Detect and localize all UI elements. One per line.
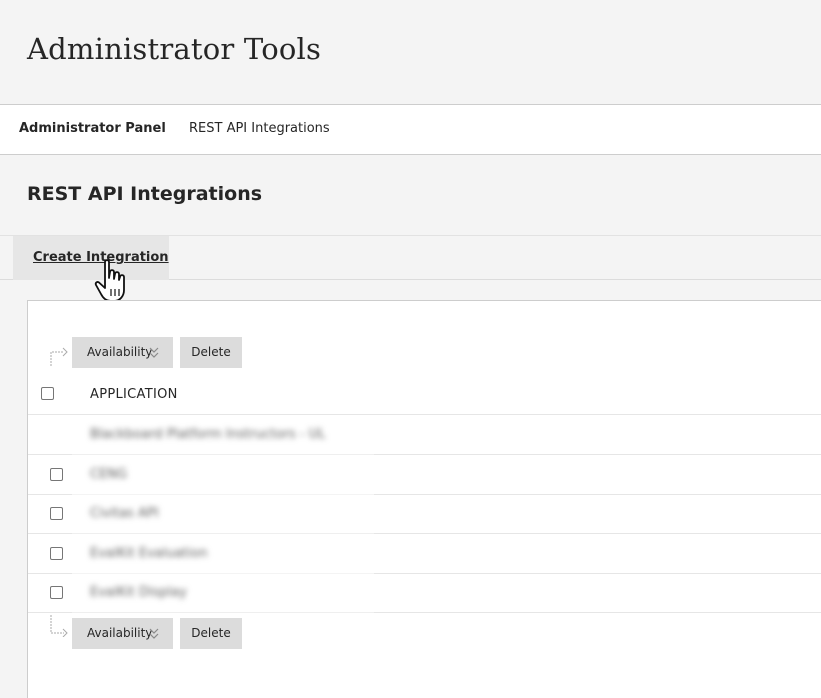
table-row: CENG xyxy=(28,455,821,495)
table-row: EvalKit Evaluation xyxy=(28,534,821,574)
page-title: Administrator Tools xyxy=(27,32,322,66)
breadcrumb: Administrator Panel REST API Integration… xyxy=(0,104,821,155)
double-chevron-down-icon xyxy=(149,347,159,358)
hand-pointer-cursor-icon xyxy=(94,259,125,302)
delete-button[interactable]: Delete xyxy=(180,618,242,649)
application-name[interactable]: Civitas API xyxy=(90,506,159,521)
breadcrumb-item-admin-panel[interactable]: Administrator Panel xyxy=(19,121,166,136)
row-checkbox[interactable] xyxy=(50,586,63,599)
breadcrumb-item-rest-api: REST API Integrations xyxy=(189,121,330,136)
application-name[interactable]: EvalKit Display xyxy=(90,585,187,600)
table-row: Blackboard Platform Instructors - UL xyxy=(28,415,821,455)
section-title: REST API Integrations xyxy=(27,183,263,205)
bulk-action-connector-icon xyxy=(50,347,68,366)
availability-button[interactable]: Availability xyxy=(72,618,173,649)
integrations-panel: Availability Delete APPLICATION Blackboa… xyxy=(27,300,821,698)
create-integration-button[interactable]: Create Integration xyxy=(13,236,169,280)
row-checkbox[interactable] xyxy=(50,547,63,560)
availability-label: Availability xyxy=(87,345,153,359)
page-header: Administrator Tools xyxy=(0,0,821,105)
delete-button[interactable]: Delete xyxy=(180,337,242,368)
table-row: Civitas API xyxy=(28,494,821,534)
row-checkbox[interactable] xyxy=(50,507,63,520)
bulk-action-connector-icon xyxy=(50,615,68,637)
table-row: EvalKit Display xyxy=(28,573,821,613)
application-name[interactable]: EvalKit Evaluation xyxy=(90,546,207,561)
application-name[interactable]: Blackboard Platform Instructors - UL xyxy=(90,427,325,442)
column-header-application[interactable]: APPLICATION xyxy=(90,387,178,402)
select-all-checkbox[interactable] xyxy=(41,387,54,400)
availability-label: Availability xyxy=(87,626,153,640)
double-chevron-down-icon xyxy=(149,628,159,639)
table-header-row: APPLICATION xyxy=(28,376,821,415)
application-name[interactable]: CENG xyxy=(90,467,127,482)
availability-button[interactable]: Availability xyxy=(72,337,173,368)
row-checkbox[interactable] xyxy=(50,468,63,481)
